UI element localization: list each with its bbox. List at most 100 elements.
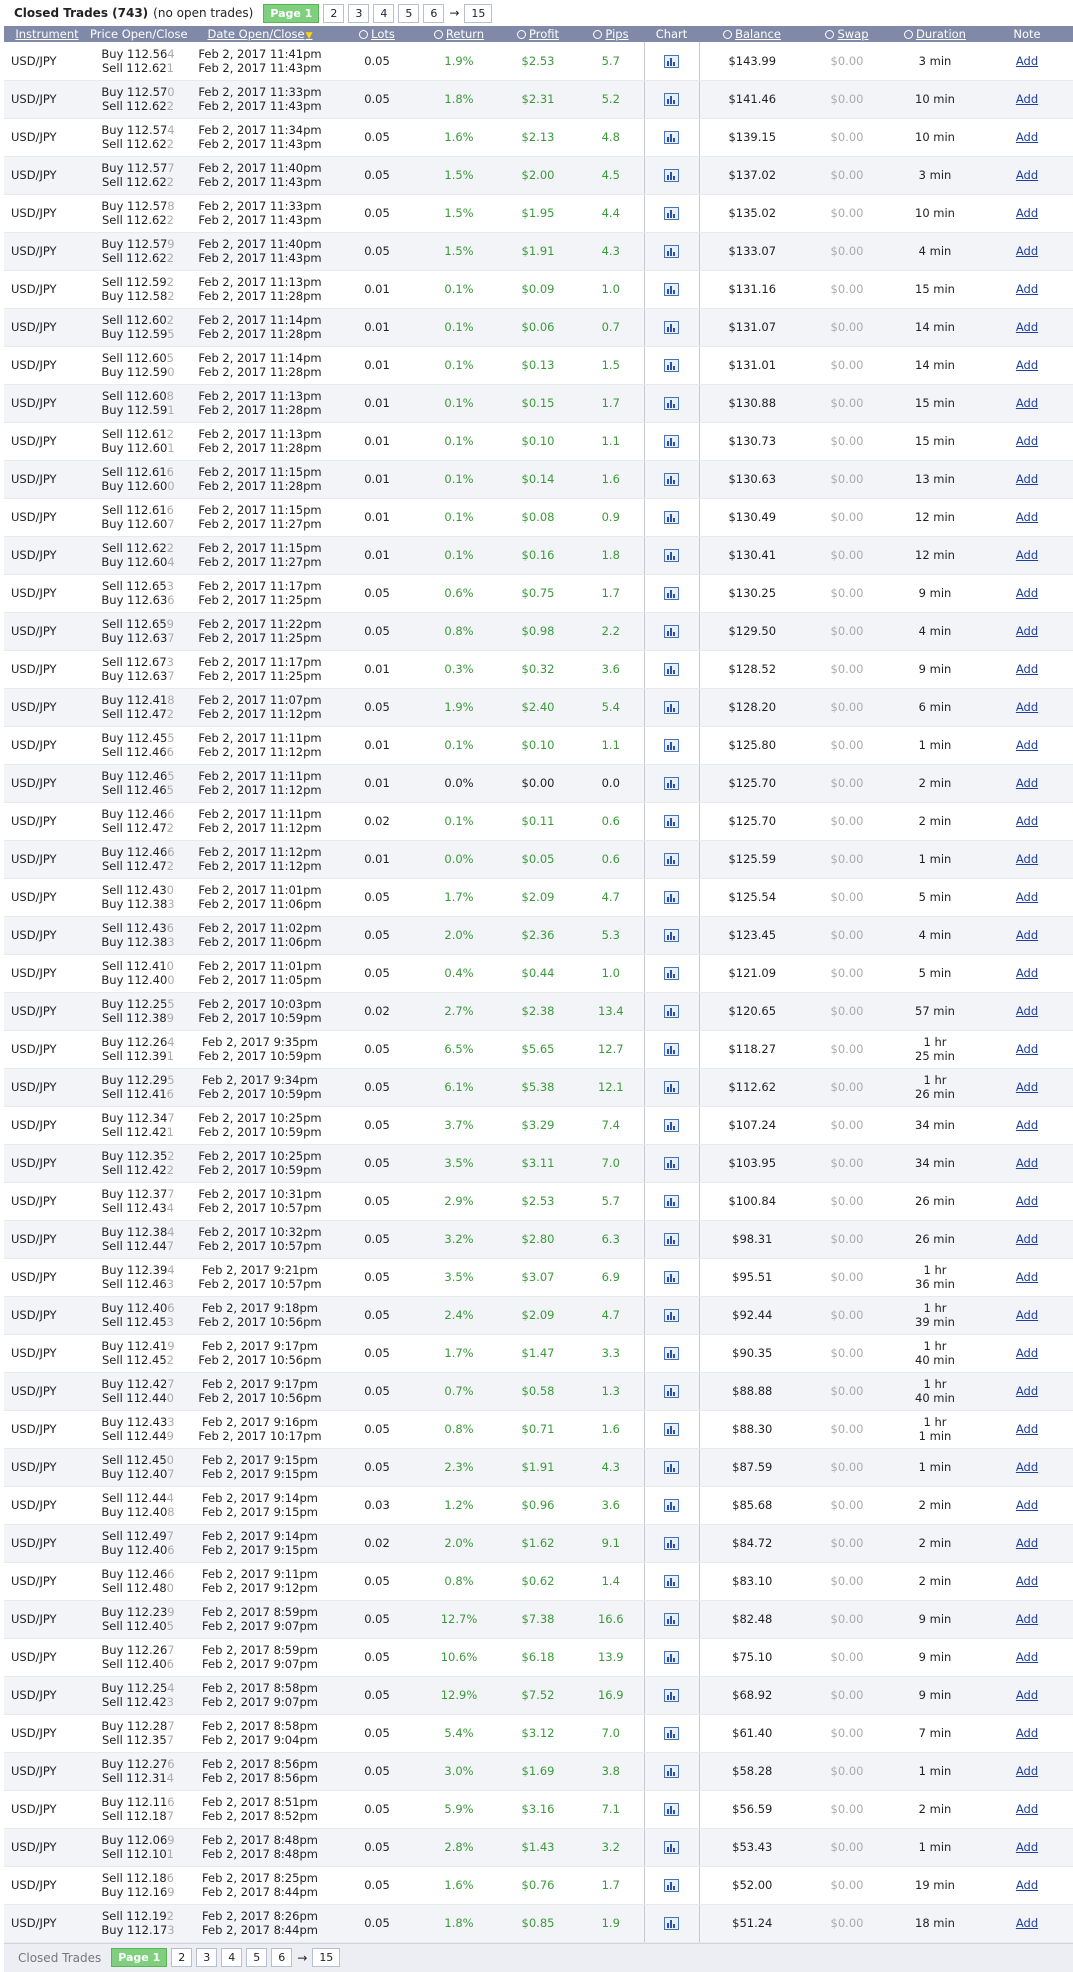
col-header-duration[interactable]: Duration bbox=[889, 26, 981, 42]
add-note-link[interactable]: Add bbox=[1016, 244, 1038, 258]
chart-icon[interactable] bbox=[664, 1005, 679, 1018]
add-note-link[interactable]: Add bbox=[1016, 54, 1038, 68]
add-note-link[interactable]: Add bbox=[1016, 1042, 1038, 1056]
add-note-link[interactable]: Add bbox=[1016, 1840, 1038, 1854]
page-button-current[interactable]: Page 1 bbox=[111, 1948, 168, 1967]
add-note-link[interactable]: Add bbox=[1016, 1650, 1038, 1664]
add-note-link[interactable]: Add bbox=[1016, 1156, 1038, 1170]
add-note-link[interactable]: Add bbox=[1016, 624, 1038, 638]
chart-icon[interactable] bbox=[664, 1727, 679, 1740]
add-note-link[interactable]: Add bbox=[1016, 1688, 1038, 1702]
chart-icon[interactable] bbox=[664, 815, 679, 828]
add-note-link[interactable]: Add bbox=[1016, 1384, 1038, 1398]
chart-icon[interactable] bbox=[664, 929, 679, 942]
add-note-link[interactable]: Add bbox=[1016, 472, 1038, 486]
chart-icon[interactable] bbox=[664, 1233, 679, 1246]
chart-icon[interactable] bbox=[664, 549, 679, 562]
chart-icon[interactable] bbox=[664, 1347, 679, 1360]
page-button[interactable]: 2 bbox=[171, 1948, 193, 1967]
add-note-link[interactable]: Add bbox=[1016, 1422, 1038, 1436]
chart-icon[interactable] bbox=[664, 1765, 679, 1778]
chart-icon[interactable] bbox=[664, 1537, 679, 1550]
chart-icon[interactable] bbox=[664, 283, 679, 296]
add-note-link[interactable]: Add bbox=[1016, 1498, 1038, 1512]
chart-icon[interactable] bbox=[664, 1575, 679, 1588]
chart-icon[interactable] bbox=[664, 54, 679, 68]
chart-icon[interactable] bbox=[664, 1461, 679, 1474]
add-note-link[interactable]: Add bbox=[1016, 1346, 1038, 1360]
page-button[interactable]: 6 bbox=[271, 1948, 293, 1967]
page-button-last[interactable]: 15 bbox=[464, 3, 493, 23]
add-note-link[interactable]: Add bbox=[1016, 1916, 1038, 1930]
page-button-last[interactable]: 15 bbox=[312, 1948, 341, 1967]
chart-icon[interactable] bbox=[664, 1157, 679, 1170]
chart-icon[interactable] bbox=[664, 967, 679, 980]
add-note-link[interactable]: Add bbox=[1016, 206, 1038, 220]
chart-icon[interactable] bbox=[664, 1385, 679, 1398]
add-note-link[interactable]: Add bbox=[1016, 282, 1038, 296]
chart-icon[interactable] bbox=[664, 1803, 679, 1816]
add-note-link[interactable]: Add bbox=[1016, 1574, 1038, 1588]
chart-icon[interactable] bbox=[664, 435, 679, 448]
chart-icon[interactable] bbox=[664, 1119, 679, 1132]
page-button[interactable]: 2 bbox=[323, 3, 345, 23]
add-note-link[interactable]: Add bbox=[1016, 1004, 1038, 1018]
chart-icon[interactable] bbox=[664, 473, 679, 486]
col-header-return[interactable]: Return bbox=[420, 26, 498, 42]
add-note-link[interactable]: Add bbox=[1016, 1726, 1038, 1740]
page-button[interactable]: 5 bbox=[246, 1948, 268, 1967]
chart-icon[interactable] bbox=[664, 321, 679, 334]
chart-icon[interactable] bbox=[664, 663, 679, 676]
add-note-link[interactable]: Add bbox=[1016, 1118, 1038, 1132]
add-note-link[interactable]: Add bbox=[1016, 1460, 1038, 1474]
add-note-link[interactable]: Add bbox=[1016, 320, 1038, 334]
chart-icon[interactable] bbox=[664, 1651, 679, 1664]
add-note-link[interactable]: Add bbox=[1016, 358, 1038, 372]
col-header-profit[interactable]: Profit bbox=[498, 26, 578, 42]
add-note-link[interactable]: Add bbox=[1016, 92, 1038, 106]
chart-icon[interactable] bbox=[664, 511, 679, 524]
chart-icon[interactable] bbox=[664, 1689, 679, 1702]
chart-icon[interactable] bbox=[664, 1043, 679, 1056]
col-header-balance[interactable]: Balance bbox=[699, 26, 805, 42]
chart-icon[interactable] bbox=[664, 1499, 679, 1512]
chart-icon[interactable] bbox=[664, 891, 679, 904]
chart-icon[interactable] bbox=[664, 131, 679, 144]
chart-icon[interactable] bbox=[664, 1879, 679, 1892]
page-button-current[interactable]: Page 1 bbox=[263, 3, 320, 23]
add-note-link[interactable]: Add bbox=[1016, 662, 1038, 676]
page-button[interactable]: 6 bbox=[423, 3, 445, 23]
chart-icon[interactable] bbox=[664, 587, 679, 600]
chart-icon[interactable] bbox=[664, 207, 679, 220]
add-note-link[interactable]: Add bbox=[1016, 928, 1038, 942]
add-note-link[interactable]: Add bbox=[1016, 130, 1038, 144]
col-header-instrument[interactable]: Instrument bbox=[4, 26, 90, 42]
chart-icon[interactable] bbox=[664, 397, 679, 410]
add-note-link[interactable]: Add bbox=[1016, 738, 1038, 752]
add-note-link[interactable]: Add bbox=[1016, 890, 1038, 904]
chart-icon[interactable] bbox=[664, 245, 679, 258]
chart-icon[interactable] bbox=[664, 1841, 679, 1854]
chart-icon[interactable] bbox=[664, 1613, 679, 1626]
add-note-link[interactable]: Add bbox=[1016, 1270, 1038, 1284]
add-note-link[interactable]: Add bbox=[1016, 1764, 1038, 1778]
add-note-link[interactable]: Add bbox=[1016, 814, 1038, 828]
col-header-swap[interactable]: Swap bbox=[805, 26, 889, 42]
chart-icon[interactable] bbox=[664, 93, 679, 106]
chart-icon[interactable] bbox=[664, 625, 679, 638]
add-note-link[interactable]: Add bbox=[1016, 700, 1038, 714]
chart-icon[interactable] bbox=[664, 739, 679, 752]
chart-icon[interactable] bbox=[664, 1309, 679, 1322]
col-header-pips[interactable]: Pips bbox=[578, 26, 644, 42]
add-note-link[interactable]: Add bbox=[1016, 1612, 1038, 1626]
chart-icon[interactable] bbox=[664, 1917, 679, 1930]
chart-icon[interactable] bbox=[664, 1423, 679, 1436]
add-note-link[interactable]: Add bbox=[1016, 1194, 1038, 1208]
chart-icon[interactable] bbox=[664, 853, 679, 866]
page-button[interactable]: 3 bbox=[196, 1948, 218, 1967]
add-note-link[interactable]: Add bbox=[1016, 852, 1038, 866]
add-note-link[interactable]: Add bbox=[1016, 776, 1038, 790]
add-note-link[interactable]: Add bbox=[1016, 434, 1038, 448]
add-note-link[interactable]: Add bbox=[1016, 396, 1038, 410]
chart-icon[interactable] bbox=[664, 1195, 679, 1208]
